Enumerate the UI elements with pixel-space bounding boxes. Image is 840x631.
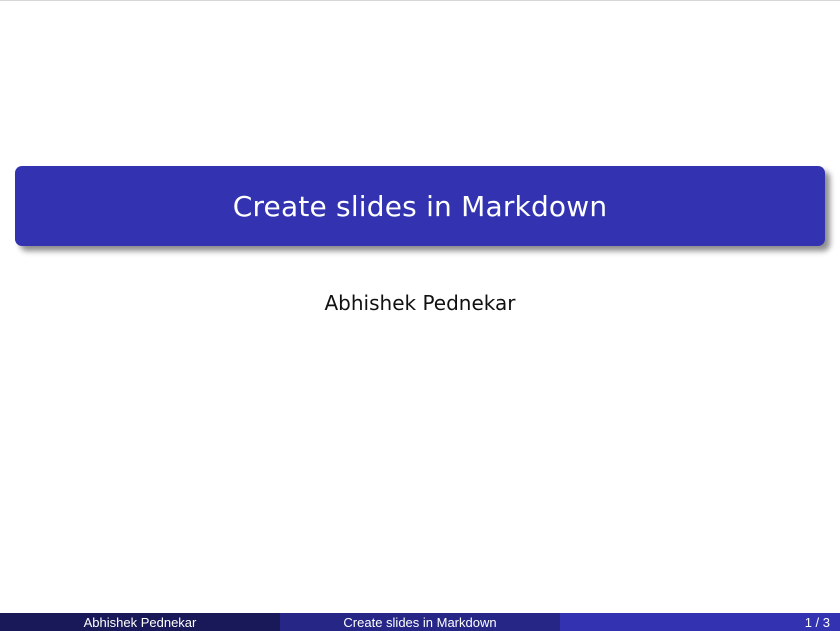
slide-author: Abhishek Pednekar <box>324 291 516 315</box>
footer-page-number: 1 / 3 <box>560 613 840 631</box>
footer-author-text: Abhishek Pednekar <box>83 614 197 630</box>
footer-page-text: 1 / 3 <box>804 614 830 630</box>
slide: Create slides in Markdown Abhishek Pedne… <box>0 0 840 631</box>
footer-title-text: Create slides in Markdown <box>343 614 497 630</box>
slide-title: Create slides in Markdown <box>232 189 608 223</box>
footer-title: Create slides in Markdown <box>280 613 560 631</box>
title-box: Create slides in Markdown <box>15 166 825 246</box>
footer-bar: Abhishek Pednekar Create slides in Markd… <box>0 613 840 631</box>
footer-author: Abhishek Pednekar <box>0 613 280 631</box>
